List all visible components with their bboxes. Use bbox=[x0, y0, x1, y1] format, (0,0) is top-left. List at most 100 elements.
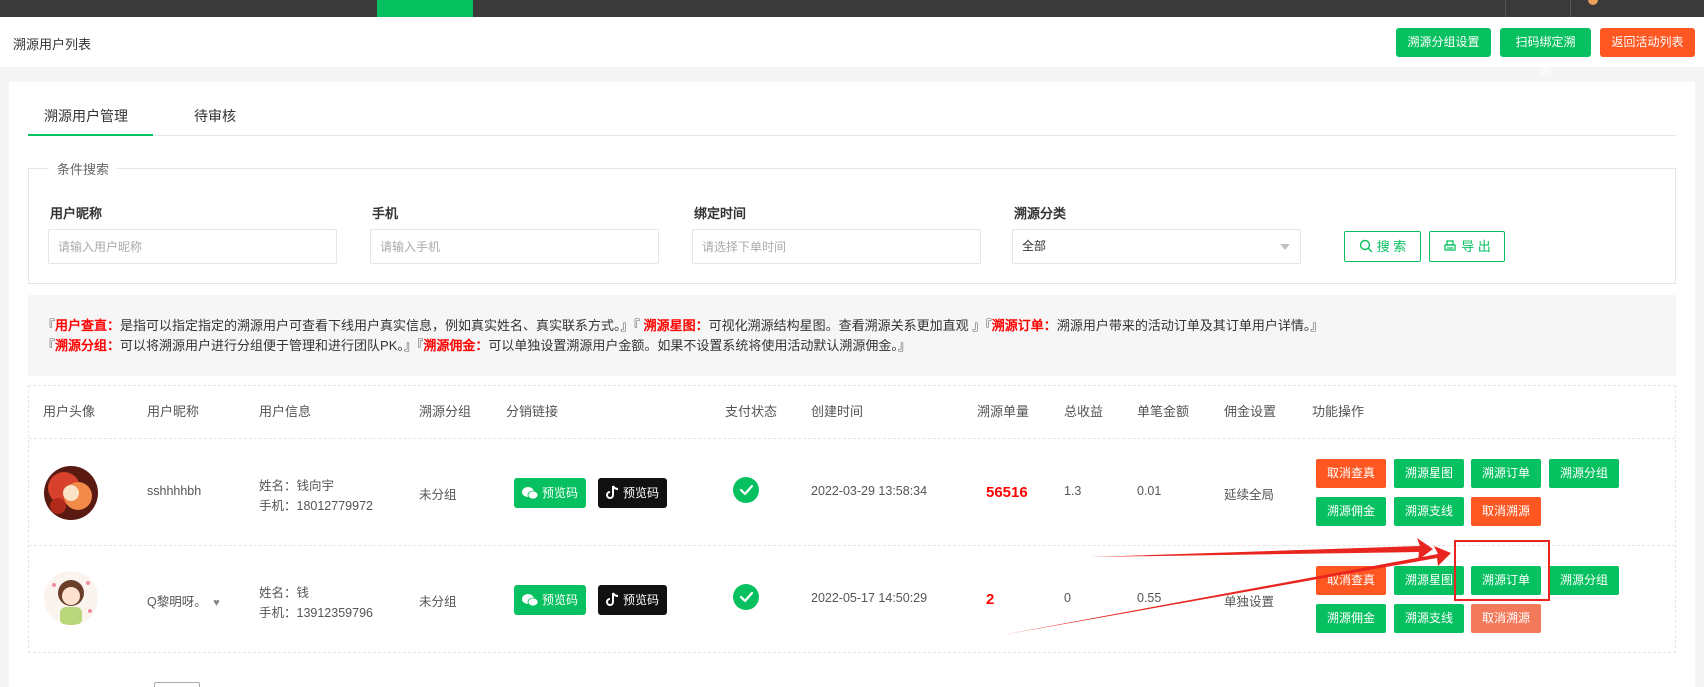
notice-keyword: 溯源订单： bbox=[991, 318, 1057, 333]
notice-text: 可以将溯源用户进行分组便于管理和进行团队PK。』『 bbox=[120, 338, 424, 353]
user-avatar-icon[interactable] bbox=[1588, 0, 1598, 5]
douyin-preview-button[interactable]: 预览码 bbox=[598, 478, 668, 508]
notice-keyword: 溯源分组： bbox=[55, 338, 121, 353]
unit-amount-cell: 0.01 bbox=[1137, 484, 1162, 498]
nickname-text: Q黎明呀。 bbox=[147, 595, 207, 609]
group-cell: 未分组 bbox=[419, 595, 457, 609]
unit-amount-cell: 0.55 bbox=[1137, 591, 1162, 605]
wechat-icon bbox=[522, 594, 539, 607]
avatar bbox=[44, 466, 98, 520]
avatar bbox=[44, 571, 98, 625]
douyin-preview-label: 预览码 bbox=[623, 486, 660, 500]
nickname-cell: sshhhhbh bbox=[147, 484, 202, 498]
export-button[interactable]: 导 出 bbox=[1429, 231, 1505, 262]
notice-line: 『溯源分组：可以将溯源用户进行分组便于管理和进行团队PK。』『溯源佣金：可以单独… bbox=[42, 336, 1662, 356]
export-button-label: 导 出 bbox=[1461, 239, 1491, 254]
cancel-trace-button[interactable]: 取消溯源 bbox=[1471, 604, 1541, 633]
nickname-label: 用户昵称 bbox=[50, 206, 103, 221]
wechat-preview-button[interactable]: 预览码 bbox=[514, 478, 587, 508]
income-cell: 1.3 bbox=[1064, 484, 1082, 498]
douyin-preview-button[interactable]: 预览码 bbox=[598, 585, 668, 615]
group-cell: 未分组 bbox=[419, 488, 457, 502]
category-select-value: 全部 bbox=[1022, 239, 1047, 253]
star-map-button[interactable]: 溯源星图 bbox=[1394, 459, 1464, 488]
douyin-icon bbox=[606, 592, 619, 606]
col-header-orders: 溯源单量 bbox=[977, 404, 1030, 419]
notice-text: 『 bbox=[42, 338, 56, 353]
order-count-cell: 56516 bbox=[986, 484, 1028, 501]
trace-commission-button[interactable]: 溯源佣金 bbox=[1316, 497, 1386, 526]
printer-icon bbox=[1444, 240, 1456, 251]
user-phone-cell: 手机：18012779972 bbox=[259, 499, 373, 513]
feature-notice: 『用户查直：是指可以指定指定的溯源用户可查看下线用户真实信息，例如真实姓名、真实… bbox=[28, 295, 1676, 376]
search-icon bbox=[1359, 239, 1373, 253]
col-header-created: 创建时间 bbox=[811, 404, 864, 419]
page-title: 溯源用户列表 bbox=[13, 37, 92, 52]
col-header-nickname: 用户昵称 bbox=[147, 404, 200, 419]
bind-time-label: 绑定时间 bbox=[694, 206, 747, 221]
col-header-share-link: 分销链接 bbox=[506, 404, 559, 419]
top-nav-active-item[interactable] bbox=[377, 0, 473, 17]
douyin-icon bbox=[606, 485, 619, 499]
cancel-real-info-button[interactable]: 取消查真 bbox=[1316, 566, 1386, 595]
user-name-cell: 姓名：钱向宇 bbox=[259, 479, 335, 493]
commission-cell: 延续全局 bbox=[1224, 488, 1275, 502]
douyin-preview-label: 预览码 bbox=[623, 593, 660, 607]
search-legend: 条件搜索 bbox=[49, 159, 118, 178]
trace-commission-button[interactable]: 溯源佣金 bbox=[1316, 604, 1386, 633]
user-table: 用户头像 用户昵称 用户信息 溯源分组 分销链接 支付状态 创建时间 溯源单量 … bbox=[28, 385, 1676, 653]
nickname-input[interactable] bbox=[48, 229, 337, 264]
created-time-cell: 2022-03-29 13:58:34 bbox=[811, 484, 928, 498]
col-header-commission: 佣金设置 bbox=[1224, 404, 1277, 419]
category-label: 溯源分类 bbox=[1014, 206, 1067, 221]
col-header-group: 溯源分组 bbox=[419, 404, 472, 419]
order-count-cell: 2 bbox=[986, 591, 995, 608]
col-header-pay-status: 支付状态 bbox=[725, 404, 778, 419]
notice-keyword: 用户查直： bbox=[55, 318, 121, 333]
notice-keyword: 溯源佣金： bbox=[423, 338, 489, 353]
trace-orders-button[interactable]: 溯源订单 bbox=[1471, 459, 1541, 488]
wechat-preview-button[interactable]: 预览码 bbox=[514, 585, 587, 615]
col-header-user-info: 用户信息 bbox=[259, 404, 312, 419]
notice-text: 是指可以指定指定的溯源用户可查看下线用户真实信息，例如真实姓名、真实联系方式。』… bbox=[120, 318, 644, 333]
chevron-down-icon bbox=[1280, 244, 1290, 250]
trace-branch-button[interactable]: 溯源支线 bbox=[1394, 497, 1464, 526]
notice-text: 可视化溯源结构星图。查看溯源关系更加直观 』『 bbox=[708, 318, 992, 333]
notice-text: 『 bbox=[42, 318, 56, 333]
wechat-preview-label: 预览码 bbox=[542, 486, 579, 500]
col-header-unit-amount: 单笔金额 bbox=[1137, 404, 1190, 419]
tab-bar: 溯源用户管理 待审核 bbox=[28, 96, 1676, 136]
star-map-button[interactable]: 溯源星图 bbox=[1394, 566, 1464, 595]
page-header: 溯源用户列表 溯源分组设置 扫码绑定溯源 返回活动列表 bbox=[0, 17, 1704, 78]
paid-check-icon bbox=[733, 584, 759, 610]
bind-time-input[interactable] bbox=[692, 229, 981, 264]
cancel-real-info-button[interactable]: 取消查真 bbox=[1316, 459, 1386, 488]
income-cell: 0 bbox=[1064, 591, 1071, 605]
trace-group-button[interactable]: 溯源分组 bbox=[1549, 459, 1619, 488]
tab-user-management[interactable]: 溯源用户管理 bbox=[28, 96, 153, 136]
scan-bind-button[interactable]: 扫码绑定溯源 bbox=[1500, 28, 1591, 78]
tab-pending-review[interactable]: 待审核 bbox=[178, 96, 252, 136]
col-header-income: 总收益 bbox=[1064, 404, 1104, 419]
phone-input[interactable] bbox=[370, 229, 659, 264]
group-settings-button[interactable]: 溯源分组设置 bbox=[1396, 28, 1491, 57]
col-header-actions: 功能操作 bbox=[1312, 404, 1365, 419]
category-select[interactable]: 全部 bbox=[1012, 229, 1301, 264]
pagination-box[interactable] bbox=[154, 682, 200, 687]
cancel-trace-button[interactable]: 取消溯源 bbox=[1471, 497, 1541, 526]
avatar-image-icon bbox=[44, 571, 98, 625]
search-button[interactable]: 搜 索 bbox=[1344, 231, 1421, 262]
phone-label: 手机 bbox=[372, 206, 399, 221]
created-time-cell: 2022-05-17 14:50:29 bbox=[811, 591, 928, 605]
wechat-preview-label: 预览码 bbox=[542, 593, 579, 607]
top-nav-bar bbox=[0, 0, 1704, 17]
wechat-icon bbox=[522, 487, 539, 500]
user-phone-cell: 手机：13912359796 bbox=[259, 606, 373, 620]
trace-orders-button[interactable]: 溯源订单 bbox=[1471, 566, 1541, 595]
back-to-activity-list-button[interactable]: 返回活动列表 bbox=[1600, 28, 1695, 57]
trace-branch-button[interactable]: 溯源支线 bbox=[1394, 604, 1464, 633]
notice-text: 可以单独设置溯源用户金额。如果不设置系统将使用活动默认溯源佣金。』 bbox=[488, 338, 911, 353]
top-nav-divider bbox=[1570, 0, 1571, 17]
main-card: 溯源用户管理 待审核 条件搜索 用户昵称 手机 绑定时间 溯源分类 全部 搜 索… bbox=[9, 82, 1695, 687]
trace-group-button[interactable]: 溯源分组 bbox=[1549, 566, 1619, 595]
